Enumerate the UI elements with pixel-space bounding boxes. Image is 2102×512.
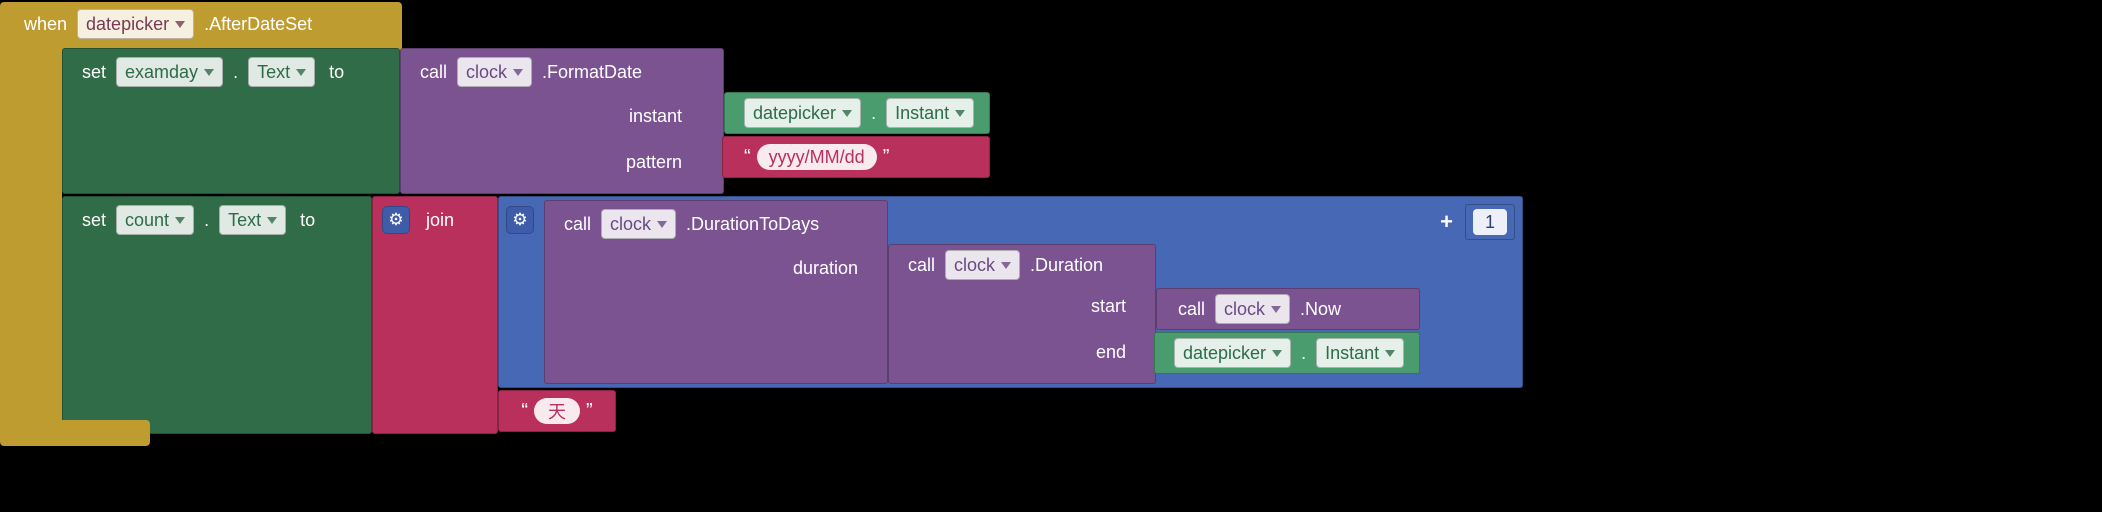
open-quote: “	[744, 146, 751, 169]
text-literal-tian[interactable]: “ 天 ”	[498, 390, 616, 432]
chevron-down-icon	[842, 110, 852, 117]
close-quote: ”	[586, 400, 593, 423]
set-component-dropdown[interactable]: count	[116, 205, 194, 235]
call-method-label: .DurationToDays	[686, 214, 819, 235]
chevron-down-icon	[513, 69, 523, 76]
dot-label: .	[871, 103, 876, 124]
getter-datepicker-instant[interactable]: datepicker . Instant	[724, 92, 990, 134]
chevron-down-icon	[175, 217, 185, 224]
call-component-dropdown[interactable]: clock	[457, 57, 532, 87]
event-component-dropdown[interactable]: datepicker	[77, 9, 194, 39]
number-value[interactable]: 1	[1473, 209, 1507, 235]
arg-label-end: end	[902, 342, 1140, 363]
text-value[interactable]: 天	[534, 398, 580, 424]
call-component-dropdown[interactable]: clock	[601, 209, 676, 239]
dropdown-label: Text	[228, 210, 261, 231]
set-keyword: set	[82, 62, 106, 83]
call-component-dropdown[interactable]: clock	[1215, 294, 1290, 324]
dropdown-label: examday	[125, 62, 198, 83]
call-now-block[interactable]: call clock .Now	[1156, 288, 1420, 330]
chevron-down-icon	[1272, 350, 1282, 357]
chevron-down-icon	[1385, 350, 1395, 357]
dot-label: .	[1301, 343, 1306, 364]
call-method-label: .Now	[1300, 299, 1341, 320]
getter-datepicker-instant-2[interactable]: datepicker . Instant	[1154, 332, 1420, 374]
set-block-count[interactable]: set count . Text to	[62, 196, 372, 434]
call-keyword: call	[420, 62, 447, 83]
arg-label-instant: instant	[414, 106, 696, 127]
event-component-label: datepicker	[86, 14, 169, 35]
gear-icon[interactable]: ⚙	[382, 206, 410, 234]
gear-icon[interactable]: ⚙	[506, 206, 534, 234]
set-keyword: set	[82, 210, 106, 231]
text-literal-pattern[interactable]: “ yyyy/MM/dd ”	[722, 136, 990, 178]
chevron-down-icon	[296, 69, 306, 76]
arg-label-start: start	[902, 296, 1140, 317]
when-label: when	[24, 14, 67, 35]
call-formatdate-block[interactable]: call clock .FormatDate instant pattern	[400, 48, 724, 194]
dropdown-label: datepicker	[753, 103, 836, 124]
statement-row-1: set examday . Text to call clock	[62, 48, 1523, 194]
call-keyword: call	[908, 255, 935, 276]
getter-property-dropdown[interactable]: Instant	[886, 98, 974, 128]
call-component-dropdown[interactable]: clock	[945, 250, 1020, 280]
dropdown-label: datepicker	[1183, 343, 1266, 364]
chevron-down-icon	[657, 221, 667, 228]
event-spine	[0, 44, 62, 436]
call-method-label: .FormatDate	[542, 62, 642, 83]
chevron-down-icon	[175, 21, 185, 28]
math-add-block[interactable]: ⚙ call clock .DurationToDays dura	[498, 196, 1523, 388]
chevron-down-icon	[1001, 262, 1011, 269]
call-keyword: call	[564, 214, 591, 235]
text-value[interactable]: yyyy/MM/dd	[757, 144, 877, 170]
join-block[interactable]: ⚙ join	[372, 196, 498, 434]
set-component-dropdown[interactable]: examday	[116, 57, 223, 87]
getter-property-dropdown[interactable]: Instant	[1316, 338, 1404, 368]
dropdown-label: Text	[257, 62, 290, 83]
chevron-down-icon	[267, 217, 277, 224]
call-keyword: call	[1178, 299, 1205, 320]
open-quote: “	[521, 400, 528, 423]
chevron-down-icon	[1271, 306, 1281, 313]
dropdown-label: clock	[610, 214, 651, 235]
set-property-dropdown[interactable]: Text	[219, 205, 286, 235]
call-durationtodays-block[interactable]: call clock .DurationToDays duration	[544, 200, 888, 384]
to-keyword: to	[300, 210, 315, 231]
close-quote: ”	[883, 146, 890, 169]
chevron-down-icon	[204, 69, 214, 76]
set-block-examday[interactable]: set examday . Text to	[62, 48, 400, 194]
set-property-dropdown[interactable]: Text	[248, 57, 315, 87]
dropdown-label: clock	[466, 62, 507, 83]
number-literal-block[interactable]: 1	[1465, 204, 1515, 240]
dropdown-label: clock	[1224, 299, 1265, 320]
join-label: join	[426, 210, 454, 231]
to-keyword: to	[329, 62, 344, 83]
event-method-label: .AfterDateSet	[204, 14, 312, 35]
dropdown-label: clock	[954, 255, 995, 276]
dropdown-label: count	[125, 210, 169, 231]
chevron-down-icon	[955, 110, 965, 117]
dropdown-label: Instant	[895, 103, 949, 124]
getter-component-dropdown[interactable]: datepicker	[1174, 338, 1291, 368]
dot-label: .	[204, 210, 209, 231]
dropdown-label: Instant	[1325, 343, 1379, 364]
call-duration-block[interactable]: call clock .Duration start end	[888, 244, 1156, 384]
call-method-label: .Duration	[1030, 255, 1103, 276]
statement-row-2: set count . Text to ⚙ join	[62, 196, 1523, 434]
arg-label-duration: duration	[558, 258, 872, 279]
arg-label-pattern: pattern	[414, 152, 696, 173]
event-foot	[0, 420, 150, 446]
dot-label: .	[233, 62, 238, 83]
plus-operator: +	[1440, 209, 1453, 235]
getter-component-dropdown[interactable]: datepicker	[744, 98, 861, 128]
